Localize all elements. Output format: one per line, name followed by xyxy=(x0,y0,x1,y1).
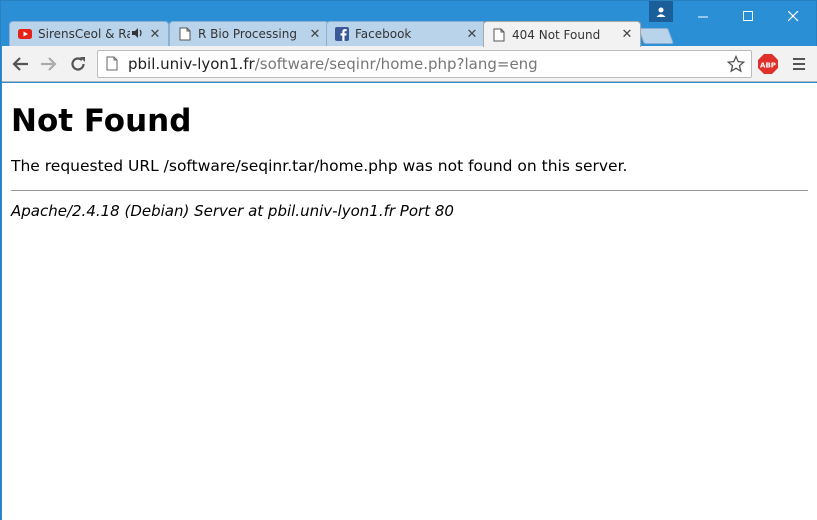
back-button[interactable] xyxy=(8,52,32,76)
tab-close-icon[interactable]: ✕ xyxy=(465,27,479,42)
profile-icon[interactable] xyxy=(649,1,673,22)
maximize-button[interactable] xyxy=(726,1,771,31)
page-icon xyxy=(178,27,192,41)
browser-window: SirensCeol & Radio ✕ R Bio Processing ✕ … xyxy=(0,0,817,520)
page-info-icon[interactable] xyxy=(106,56,120,72)
tab-close-icon[interactable]: ✕ xyxy=(308,27,322,42)
forward-arrow-icon xyxy=(41,57,57,71)
adblock-plus-icon[interactable]: ABP xyxy=(758,54,778,74)
back-arrow-icon xyxy=(12,57,28,71)
page-icon xyxy=(492,28,506,42)
tab-title: R Bio Processing xyxy=(198,27,297,41)
tab-close-icon[interactable]: ✕ xyxy=(148,27,162,42)
close-window-button[interactable] xyxy=(771,1,816,31)
error-message: The requested URL /software/seqinr.tar/h… xyxy=(11,157,628,175)
forward-button[interactable] xyxy=(37,52,61,76)
tab-404-not-found[interactable]: 404 Not Found ✕ xyxy=(483,21,641,47)
reload-button[interactable] xyxy=(66,52,90,76)
facebook-icon xyxy=(335,27,349,41)
chrome-menu-icon[interactable] xyxy=(790,54,808,74)
url-path: /software/seqinr/home.php?lang=eng xyxy=(254,55,538,73)
tab-title: SirensCeol & Radio xyxy=(38,27,130,41)
divider xyxy=(11,190,808,191)
speaker-icon[interactable] xyxy=(132,27,144,41)
bookmark-star-icon[interactable] xyxy=(726,54,746,73)
youtube-icon xyxy=(18,27,32,41)
tab-facebook[interactable]: Facebook ✕ xyxy=(326,21,486,46)
minimize-button[interactable] xyxy=(681,1,726,31)
reload-icon xyxy=(71,57,85,71)
tab-strip: SirensCeol & Radio ✕ R Bio Processing ✕ … xyxy=(1,1,816,47)
tab-title: 404 Not Found xyxy=(512,27,601,42)
url-host: pbil.univ-lyon1.fr xyxy=(128,55,255,73)
tab-r-bio-processing[interactable]: R Bio Processing ✕ xyxy=(169,21,329,46)
tab-youtube[interactable]: SirensCeol & Radio ✕ xyxy=(9,21,169,46)
page-content: Not Found The requested URL /software/se… xyxy=(2,83,817,520)
tab-title: Facebook xyxy=(355,27,412,41)
tab-close-icon[interactable]: ✕ xyxy=(620,27,634,42)
abp-label: ABP xyxy=(760,62,776,70)
page-title: Not Found xyxy=(11,103,192,139)
new-tab-button[interactable] xyxy=(638,28,674,44)
address-bar[interactable]: pbil.univ-lyon1.fr/software/seqinr/home.… xyxy=(97,50,752,78)
server-signature: Apache/2.4.18 (Debian) Server at pbil.un… xyxy=(11,202,454,220)
browser-toolbar: pbil.univ-lyon1.fr/software/seqinr/home.… xyxy=(2,46,817,82)
